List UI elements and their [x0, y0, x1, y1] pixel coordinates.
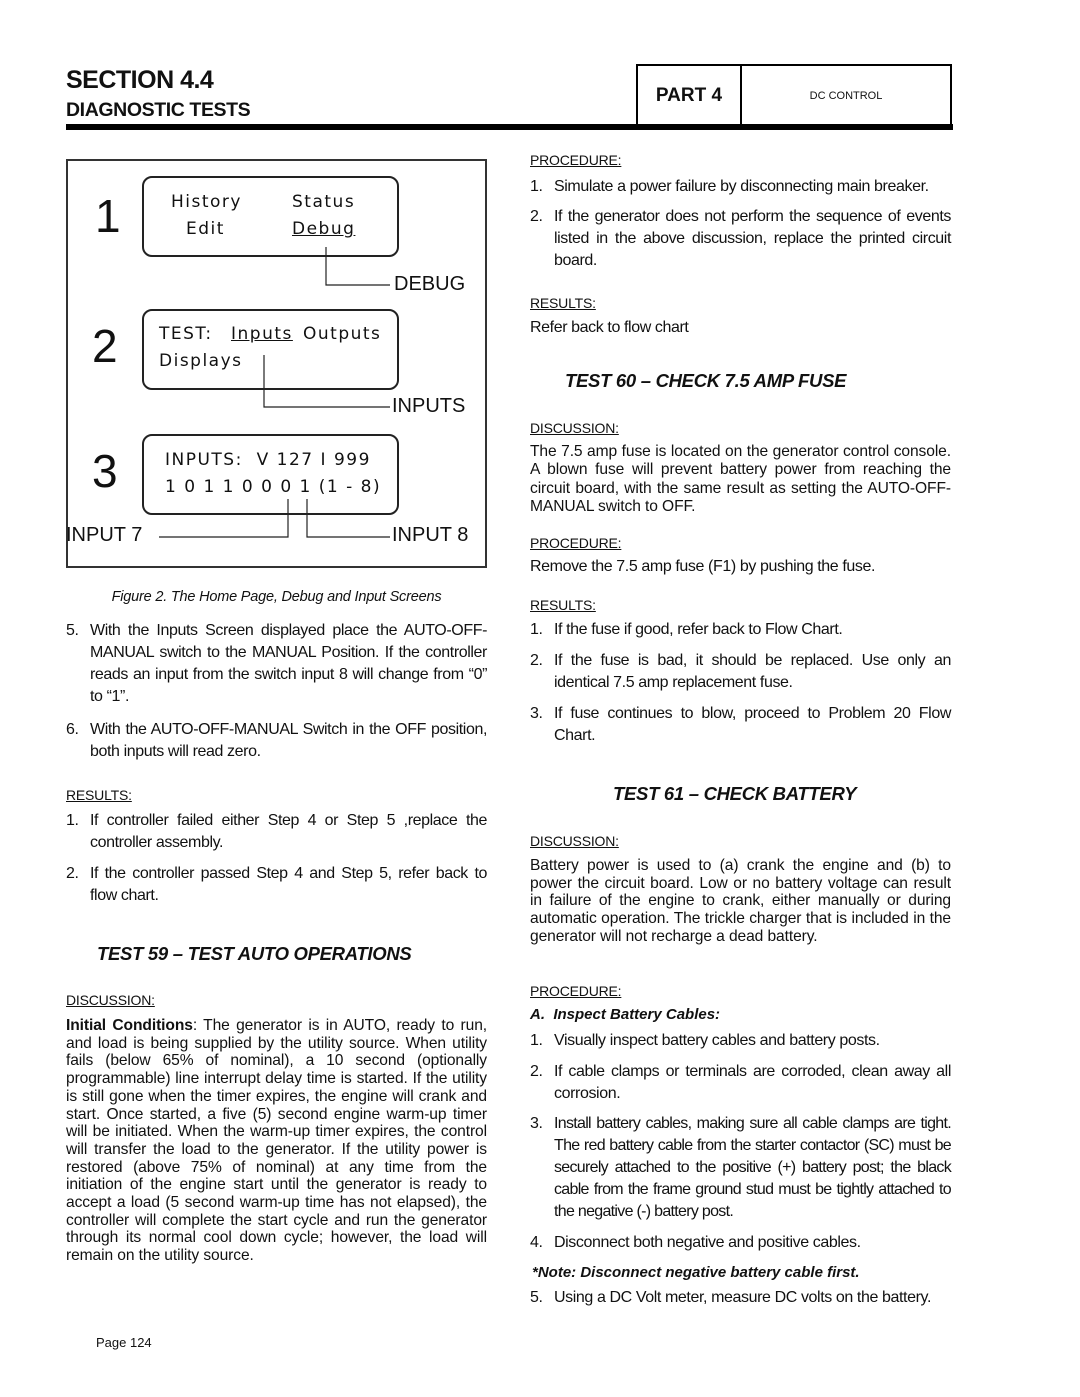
test-60-result-3: 3. If fuse continues to blow, proceed to … — [530, 705, 951, 744]
figure-frame: 1 History Status Edit Debug DEBUG 2 TEST… — [66, 159, 487, 568]
screen-number-2: 2 — [92, 320, 118, 372]
menu-inputs: Inputs — [231, 324, 293, 344]
figure-caption: Figure 2. The Home Page, Debug and Input… — [111, 589, 442, 605]
test-61-step-5: 5. Using a DC Volt meter, measure DC volt… — [530, 1289, 931, 1306]
test-60-discussion: The 7.5 amp fuse is located on the gener… — [530, 443, 951, 515]
test-label: TEST: — [159, 324, 213, 344]
test-61-note: *Note: Disconnect negative battery cable… — [532, 1264, 860, 1281]
menu-history: History — [171, 192, 242, 212]
part-title-box: DC CONTROL — [740, 64, 952, 126]
menu-displays: Displays — [159, 351, 243, 371]
test-61-step-1: 1. Visually inspect battery cables and ba… — [530, 1032, 880, 1049]
page-number: Page 124 — [96, 1335, 152, 1350]
part-label: PART 4 — [655, 85, 723, 106]
test-61-procedure-label: PROCEDURE: — [530, 983, 622, 999]
inputs-screen: INPUTS: V 127 I 999 1 0 1 1 0 0 0 1 (1 -… — [142, 434, 399, 515]
step-6: 6. With the AUTO-OFF-MANUAL Switch in the… — [66, 721, 487, 760]
procedure-1: 1. Simulate a power failure by disconnect… — [530, 178, 929, 195]
test-61-subheading: A. Inspect Battery Cables: — [530, 1006, 721, 1023]
part-box: PART 4 — [636, 64, 742, 126]
test-61-step-3: 3. Install battery cables, making sure al… — [530, 1115, 952, 1220]
result-2: 2. If the controller passed Step 4 and St… — [66, 865, 487, 904]
result-1: 1. If controller failed either Step 4 or … — [66, 812, 487, 851]
test-59-discussion: Initial Conditions: The generator is in … — [66, 1017, 488, 1265]
test-60-procedure-label: PROCEDURE: — [530, 535, 622, 551]
callout-input-8: INPUT 8 — [392, 524, 469, 546]
menu-status: Status — [292, 192, 356, 212]
test-60-discussion-label: DISCUSSION: — [530, 420, 619, 436]
callout-inputs: INPUTS — [392, 395, 466, 417]
test-61-discussion: Battery power is used to (a) crank the e… — [530, 857, 951, 945]
procedure-label: PROCEDURE: — [530, 152, 622, 168]
inputs-bits: 1 0 1 1 0 0 0 1 (1 - 8) — [165, 477, 382, 497]
home-screen: History Status Edit Debug — [142, 176, 399, 257]
header-rule — [66, 124, 953, 130]
test-60-procedure: Remove the 7.5 amp fuse (F1) by pushing … — [530, 558, 876, 575]
menu-debug: Debug — [292, 219, 356, 239]
results-label-right: RESULTS: — [530, 295, 596, 311]
test-59-heading: TEST 59 – TEST AUTO OPERATIONS — [97, 943, 412, 964]
test-61-step-2: 2. If cable clamps or terminals are corro… — [530, 1063, 951, 1102]
procedure-2: 2. If the generator does not perform the … — [530, 208, 951, 269]
callout-debug: DEBUG — [394, 273, 466, 295]
screen-number-1: 1 — [95, 190, 121, 242]
menu-edit: Edit — [186, 219, 225, 239]
part-title: DC CONTROL — [809, 90, 883, 102]
test-61-step-4: 4. Disconnect both negative and positive … — [530, 1234, 861, 1251]
step-5: 5. With the Inputs Screen displayed place… — [66, 622, 487, 705]
results-label: RESULTS: — [66, 787, 132, 803]
section-subtitle: DIAGNOSTIC TESTS — [66, 99, 251, 121]
inputs-readout: INPUTS: V 127 I 999 — [165, 450, 371, 470]
test-61-heading: TEST 61 – CHECK BATTERY — [613, 783, 857, 804]
callout-input-7: INPUT 7 — [66, 524, 143, 546]
test-60-results-label: RESULTS: — [530, 597, 596, 613]
section-title: SECTION 4.4 — [66, 66, 214, 94]
menu-outputs: Outputs — [303, 324, 382, 344]
test-60-result-2: 2. If the fuse is bad, it should be repla… — [530, 652, 951, 691]
test-60-heading: TEST 60 – CHECK 7.5 AMP FUSE — [565, 370, 847, 391]
test-61-discussion-label: DISCUSSION: — [530, 833, 619, 849]
test-59-discussion-label: DISCUSSION: — [66, 992, 155, 1008]
test-60-result-1: 1. If the fuse if good, refer back to Flo… — [530, 621, 843, 638]
results-text: Refer back to flow chart — [530, 319, 689, 336]
screen-number-3: 3 — [92, 445, 118, 497]
debug-screen: TEST: Inputs Outputs Displays — [142, 309, 399, 390]
